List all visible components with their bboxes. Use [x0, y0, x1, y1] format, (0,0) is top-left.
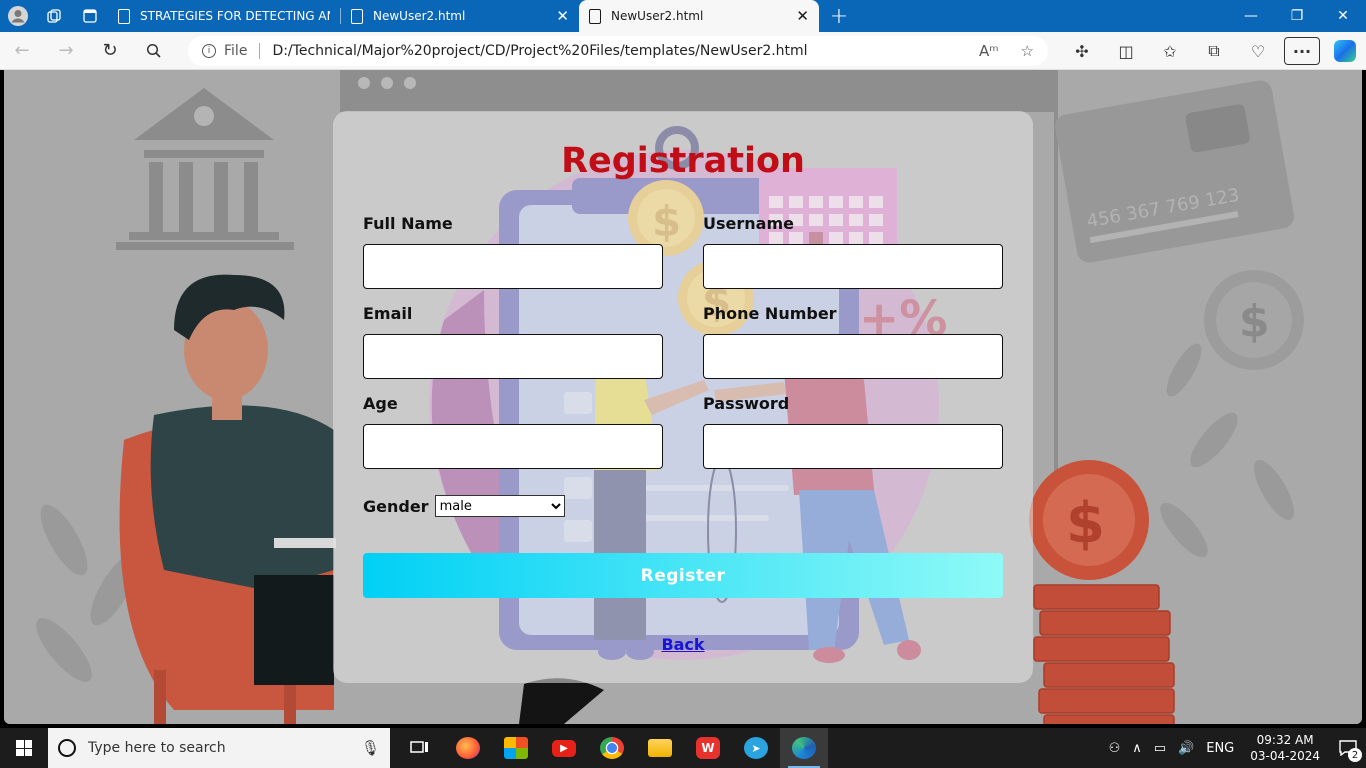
edge-icon[interactable] — [780, 728, 828, 768]
tab-title: STRATEGIES FOR DETECTING AN — [140, 9, 330, 23]
wps-office-icon[interactable]: W — [684, 728, 732, 768]
full-name-label: Full Name — [363, 214, 453, 233]
firefox-icon[interactable] — [444, 728, 492, 768]
tab-title: NewUser2.html — [373, 9, 466, 23]
full-name-input[interactable] — [363, 244, 663, 289]
gender-group: Gender male — [363, 495, 565, 517]
notifications-icon[interactable]: 2 — [1330, 728, 1366, 768]
volume-icon[interactable]: 🔊 — [1172, 741, 1200, 756]
chrome-icon[interactable] — [588, 728, 636, 768]
info-icon[interactable]: i — [202, 44, 216, 58]
clock-date: 03-04-2024 — [1250, 749, 1320, 763]
age-label: Age — [363, 394, 398, 413]
password-group: Password — [703, 394, 1003, 469]
address-bar[interactable]: i File D:/Technical/Major%20project/CD/P… — [188, 36, 1048, 66]
document-icon — [351, 8, 363, 24]
phone-number-input[interactable] — [703, 334, 1003, 379]
svg-text:$: $ — [1239, 296, 1270, 347]
forward-arrow-icon[interactable]: → — [44, 32, 88, 70]
search-placeholder: Type here to search — [88, 740, 226, 756]
battery-icon[interactable]: ▭ — [1148, 741, 1172, 756]
favorites-icon[interactable]: ✩ — [1148, 32, 1192, 70]
tab-actions-icon[interactable] — [72, 0, 108, 32]
phone-number-label: Phone Number — [703, 304, 837, 323]
full-name-group: Full Name — [363, 214, 663, 289]
email-label: Email — [363, 304, 413, 323]
close-tab-icon[interactable]: ✕ — [556, 7, 569, 25]
phone-number-group: Phone Number — [703, 304, 1003, 379]
minimize-icon[interactable]: — — [1228, 0, 1274, 32]
email-group: Email — [363, 304, 663, 379]
registration-form: Registration Full Name Username Email Ph… — [333, 111, 1033, 683]
restore-icon[interactable]: ❐ — [1274, 0, 1320, 32]
windows-logo-icon — [16, 740, 32, 756]
file-explorer-icon[interactable] — [636, 728, 684, 768]
username-label: Username — [703, 214, 794, 233]
back-arrow-icon[interactable]: ← — [0, 32, 44, 70]
extensions-icon[interactable]: ✣ — [1060, 32, 1104, 70]
clock[interactable]: 09:32 AM 03-04-2024 — [1240, 732, 1330, 764]
gender-label: Gender — [363, 496, 429, 516]
microphone-icon[interactable]: 🎙 — [361, 739, 380, 757]
clock-time: 09:32 AM — [1256, 733, 1314, 747]
search-icon[interactable] — [132, 32, 176, 70]
close-tab-icon[interactable]: ✕ — [796, 7, 809, 25]
copilot-icon[interactable] — [1334, 40, 1356, 62]
collections-icon[interactable]: ⧉ — [1192, 32, 1236, 70]
tab-title: NewUser2.html — [611, 9, 704, 23]
address-toolbar: ← → ↻ i File D:/Technical/Major%20projec… — [0, 32, 1366, 70]
windows-taskbar: Type here to search 🎙 ▶ W ➤ ⚇ ∧ ▭ 🔊 ENG … — [0, 728, 1366, 768]
language-indicator[interactable]: ENG — [1200, 741, 1240, 756]
refresh-icon[interactable]: ↻ — [88, 32, 132, 70]
url-text[interactable]: D:/Technical/Major%20project/CD/Project%… — [272, 43, 957, 59]
svg-text:$: $ — [1066, 491, 1105, 556]
age-group: Age — [363, 394, 663, 469]
username-input[interactable] — [703, 244, 1003, 289]
tab-newuser2-a[interactable]: NewUser2.html ✕ — [341, 0, 579, 32]
favorite-star-icon[interactable]: ☆ — [1021, 42, 1034, 60]
age-input[interactable] — [363, 424, 663, 469]
password-input[interactable] — [703, 424, 1003, 469]
tab-strategies[interactable]: STRATEGIES FOR DETECTING AN — [108, 0, 340, 32]
start-button[interactable] — [0, 728, 48, 768]
read-aloud-icon[interactable]: Aᵐ — [979, 42, 999, 60]
workspaces-icon[interactable] — [36, 0, 72, 32]
register-button[interactable]: Register — [363, 553, 1003, 598]
show-hidden-icons-icon[interactable]: ∧ — [1126, 741, 1148, 756]
tab-newuser2-active[interactable]: NewUser2.html ✕ — [579, 0, 819, 32]
page-title: Registration — [561, 141, 805, 181]
system-tray: ⚇ ∧ ▭ 🔊 ENG 09:32 AM 03-04-2024 2 — [1103, 728, 1366, 768]
email-input[interactable] — [363, 334, 663, 379]
new-tab-button[interactable]: + — [819, 0, 859, 32]
close-window-icon[interactable]: ✕ — [1320, 0, 1366, 32]
back-link[interactable]: Back — [333, 635, 1033, 654]
notification-count-badge: 2 — [1348, 748, 1362, 762]
taskbar-search[interactable]: Type here to search 🎙 — [48, 728, 390, 768]
people-icon[interactable]: ⚇ — [1103, 741, 1127, 756]
page-viewport: 456 367 769 123 $ $ Registration Full Na… — [4, 70, 1362, 724]
username-group: Username — [703, 214, 1003, 289]
more-options-icon[interactable]: ··· — [1284, 37, 1320, 65]
window-controls: — ❐ ✕ — [1228, 0, 1366, 32]
search-circle-icon — [58, 739, 76, 757]
document-icon — [589, 8, 601, 24]
password-label: Password — [703, 394, 790, 413]
gender-select[interactable]: male — [434, 495, 565, 517]
browser-tab-bar: STRATEGIES FOR DETECTING AN NewUser2.htm… — [0, 0, 1366, 32]
task-view-icon[interactable] — [396, 728, 444, 768]
pinned-apps: ▶ W ➤ — [396, 728, 828, 768]
browser-essentials-icon[interactable]: ♡ — [1236, 32, 1280, 70]
scheme-label: File — [224, 43, 261, 59]
profile-avatar-icon[interactable] — [0, 0, 36, 32]
browser-tools: ✣ ◫ ✩ ⧉ ♡ ··· — [1060, 32, 1366, 70]
microsoft-store-icon[interactable] — [492, 728, 540, 768]
document-icon — [118, 8, 130, 24]
telegram-icon[interactable]: ➤ — [732, 728, 780, 768]
split-screen-icon[interactable]: ◫ — [1104, 32, 1148, 70]
youtube-icon[interactable]: ▶ — [540, 728, 588, 768]
